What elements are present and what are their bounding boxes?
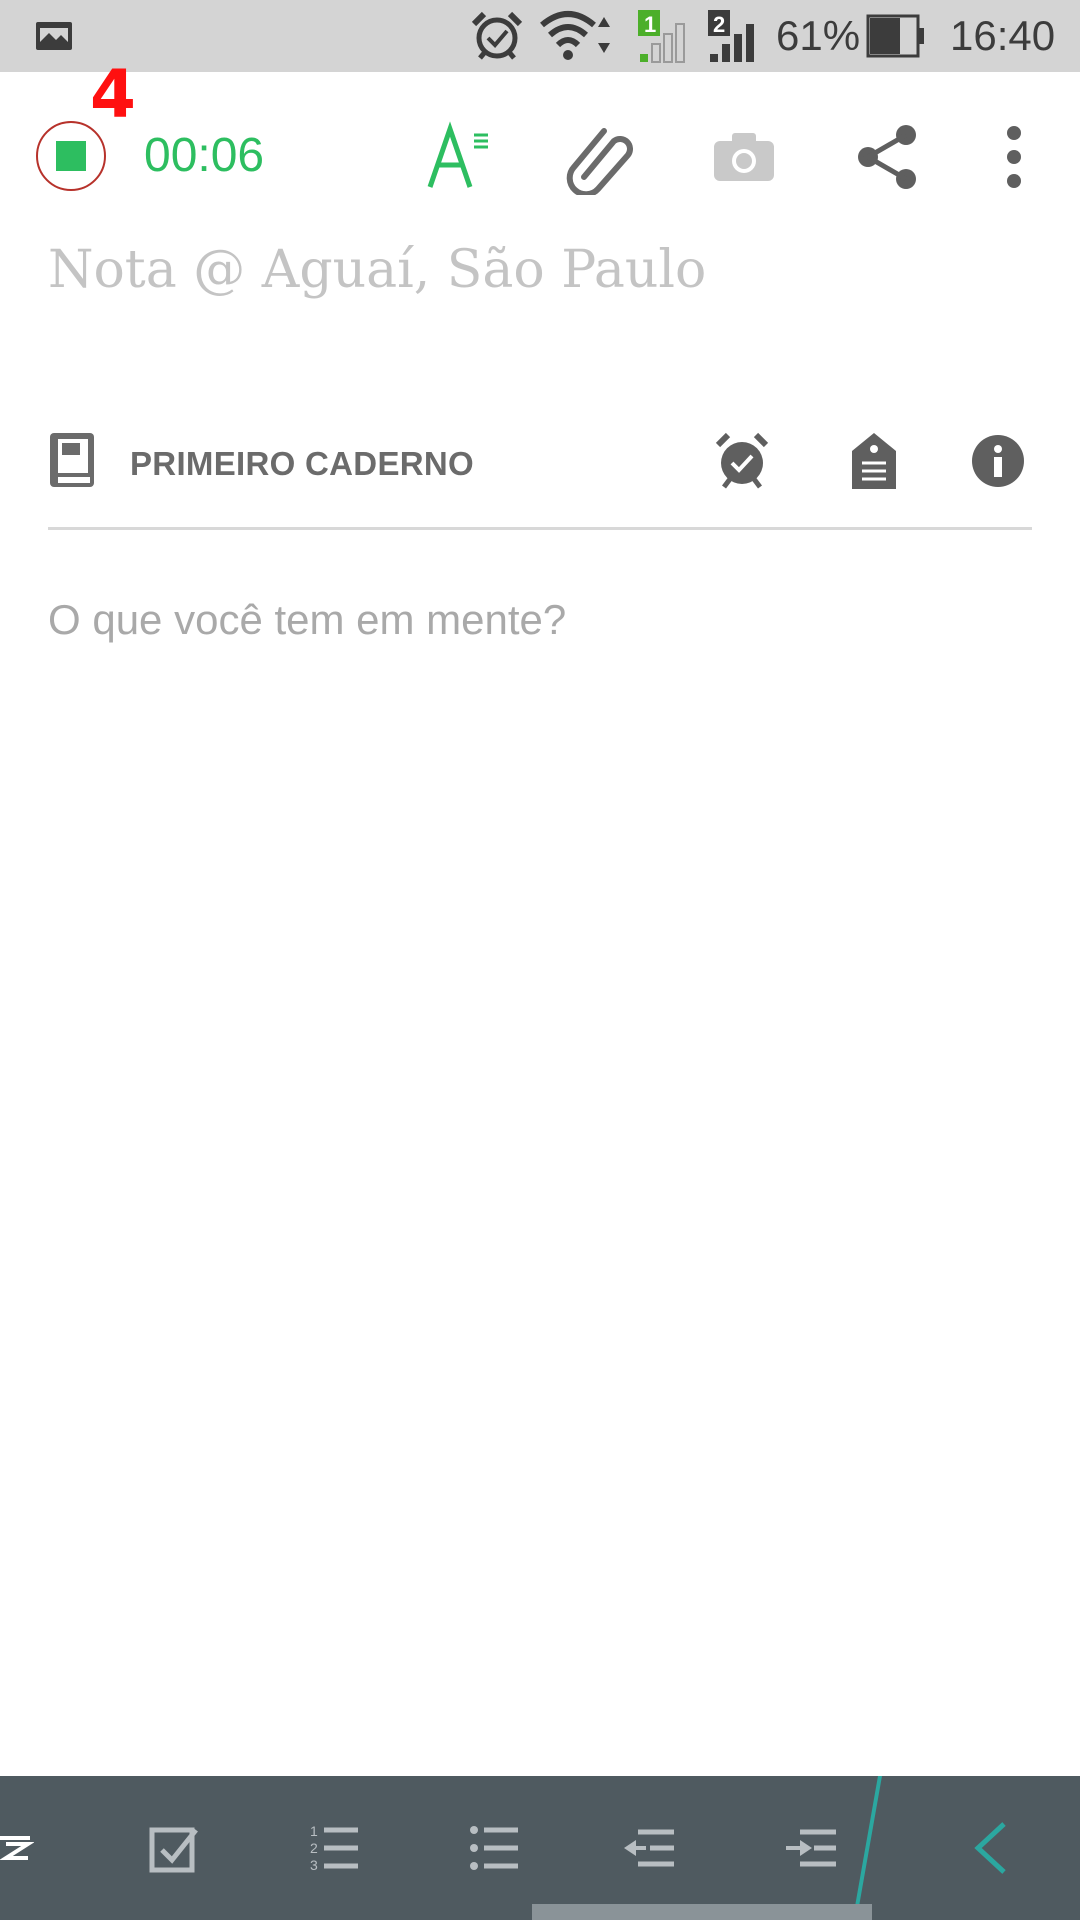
status-bar: 1 2 61% 16:40 [0,0,1080,72]
format-bar-divider [852,1776,882,1920]
gallery-icon [34,0,74,72]
note-body-input[interactable]: O que você tem em mente? [48,596,566,644]
text-format-icon[interactable] [418,119,494,195]
attach-icon[interactable] [564,119,640,198]
signal-sim2-icon: 2 [706,0,762,72]
note-title-input[interactable]: Nota @ Aguaí, São Paulo [48,240,706,300]
share-icon[interactable] [850,119,926,195]
bulleted-list-icon[interactable] [466,1820,522,1876]
wifi-icon [538,0,618,72]
note-editor-screen: 1 2 61% 16:40 4 00:06 Nota @ Aguaí, São … [0,0,1080,1920]
svg-text:3: 3 [310,1857,318,1873]
tag-icon[interactable] [844,431,904,491]
formatting-bar: 1 2 3 [0,1776,1080,1920]
recording-timer: 00:06 [144,129,265,182]
notebook-name[interactable]: PRIMEIRO CADERNO [130,445,474,483]
clock: 16:40 [950,12,1056,59]
recording-badge: 4 [90,56,136,133]
alarm-icon [470,0,524,72]
svg-text:2: 2 [310,1840,318,1856]
checkbox-icon[interactable] [146,1820,202,1876]
notebook-row: PRIMEIRO CADERNO [0,415,1080,515]
divider [48,527,1032,530]
format-bar-scrollbar[interactable] [532,1904,872,1920]
battery-icon [866,0,926,72]
svg-text:1: 1 [644,12,656,37]
text-format-partial-icon[interactable] [0,1820,35,1876]
collapse-icon[interactable] [966,1820,1022,1876]
info-icon[interactable] [968,431,1028,491]
signal-sim1-icon: 1 [636,0,692,72]
reminder-icon[interactable] [712,431,772,491]
outdent-icon[interactable] [622,1820,678,1876]
note-toolbar: 4 00:06 [0,62,1080,242]
battery-percent: 61% [776,12,861,59]
svg-text:1: 1 [310,1823,318,1839]
notebook-icon[interactable] [48,431,98,489]
camera-icon[interactable] [706,119,782,195]
indent-icon[interactable] [784,1820,840,1876]
numbered-list-icon[interactable]: 1 2 3 [306,1820,362,1876]
svg-text:2: 2 [713,12,725,37]
stop-record-icon [56,141,86,171]
more-vert-icon[interactable] [976,119,1052,195]
